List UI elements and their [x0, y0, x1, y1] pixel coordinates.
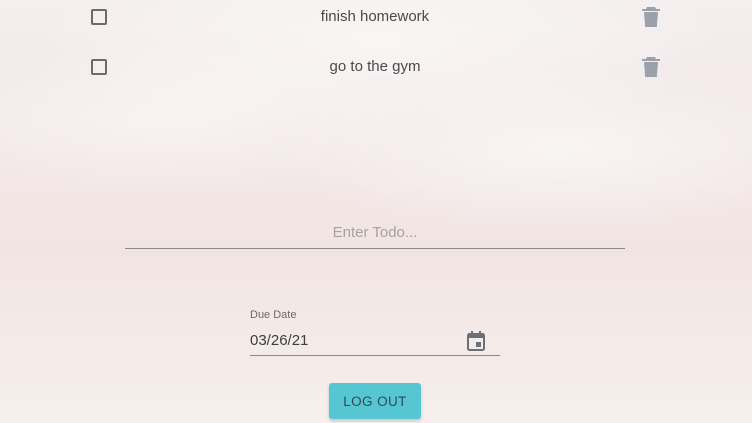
todo-text: finish homework [320, 8, 430, 25]
todo-checkbox[interactable] [91, 59, 107, 75]
trash-icon[interactable] [641, 6, 661, 28]
todo-item: finish homework [0, 0, 752, 34]
todo-item: go to the gym [0, 50, 752, 84]
todo-text: go to the gym [329, 58, 421, 75]
todo-checkbox[interactable] [91, 9, 107, 25]
trash-icon[interactable] [641, 56, 661, 78]
due-date-label: Due Date [250, 309, 297, 321]
due-date-value[interactable]: 03/26/21 [250, 332, 308, 349]
calendar-icon[interactable] [466, 330, 486, 352]
todo-input[interactable] [125, 217, 625, 248]
logout-button[interactable]: LOG OUT [329, 383, 421, 419]
todo-input-container [125, 217, 625, 249]
due-date-field[interactable]: Due Date 03/26/21 [250, 307, 500, 356]
